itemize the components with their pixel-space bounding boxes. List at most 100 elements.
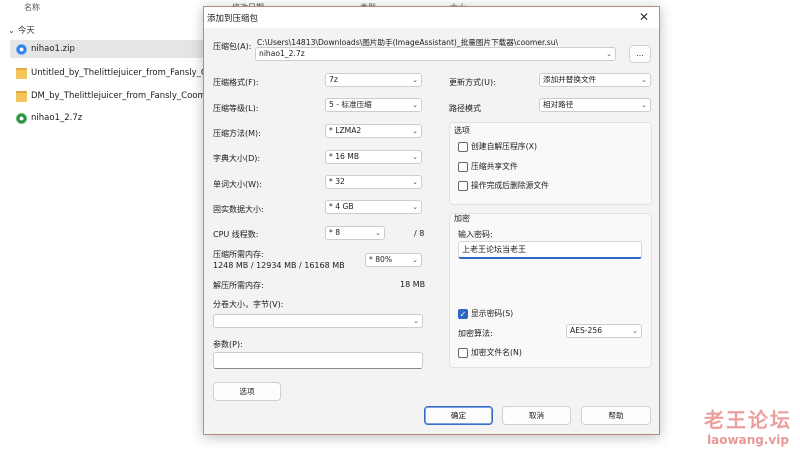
update-mode-value: 添加并替换文件	[543, 75, 597, 84]
update-mode-label: 更新方式(U):	[449, 78, 496, 87]
file-name: DM_by_Thelittlejuicer_from_Fansly_Coom	[31, 91, 205, 101]
encrypt-names-label: 加密文件名(N)	[471, 348, 522, 357]
password-input[interactable]: 上老王论坛当老王	[458, 241, 642, 259]
split-size-combo[interactable]: ⌄	[213, 314, 423, 328]
show-password-checkbox[interactable]: ✓ 显示密码(S)	[458, 308, 513, 319]
memory-combo[interactable]: * 80% ⌄	[365, 253, 422, 267]
shared-files-label: 压缩共享文件	[471, 162, 518, 171]
chevron-down-icon: ⌄	[412, 153, 418, 161]
path-mode-value: 相对路径	[543, 100, 574, 109]
column-name[interactable]: 名称	[24, 2, 40, 13]
file-name: Untitled_by_Thelittlejuicer_from_Fansly_…	[31, 68, 205, 78]
split-label: 分卷大小，字节(V):	[213, 300, 284, 309]
memory-value: * 80%	[369, 255, 393, 264]
solid-size-value: * 4 GB	[329, 202, 354, 211]
file-name: nihao1_2.7z	[31, 113, 83, 123]
password-label: 输入密码:	[458, 230, 493, 239]
format-combo[interactable]: 7z ⌄	[325, 73, 422, 87]
dialog-title: 添加到压缩包	[207, 14, 259, 24]
group-today[interactable]: ⌄ 今天	[8, 24, 35, 36]
file-row[interactable]: nihao1.zip	[10, 40, 205, 58]
archive-name-value: nihao1_2.7z	[259, 49, 305, 58]
sfx-label: 创建自解压程序(X)	[471, 142, 538, 151]
encrypt-names-checkbox[interactable]: 加密文件名(N)	[458, 347, 522, 358]
word-size-value: * 32	[329, 177, 345, 186]
word-size-combo[interactable]: * 32 ⌄	[325, 175, 422, 189]
browse-button[interactable]: ...	[629, 45, 651, 63]
solid-size-label: 固实数据大小:	[213, 205, 264, 214]
chevron-down-icon: ⌄	[412, 127, 418, 135]
archive-label: 压缩包(A):	[213, 42, 252, 51]
params-label: 参数(P):	[213, 340, 243, 349]
group-label: 今天	[17, 26, 35, 36]
delete-after-label: 操作完成后删除源文件	[471, 181, 549, 190]
method-combo[interactable]: * LZMA2 ⌄	[325, 124, 422, 138]
help-button[interactable]: 帮助	[581, 406, 651, 425]
level-value: 5 - 标准压缩	[329, 100, 372, 109]
checkbox-icon	[458, 161, 468, 172]
chevron-down-icon: ⌄	[412, 101, 418, 109]
dialog-titlebar[interactable]: 添加到压缩包 ✕	[204, 7, 659, 28]
chevron-down-icon: ⌄	[412, 76, 418, 84]
file-name: nihao1.zip	[31, 44, 75, 54]
checkbox-icon	[458, 141, 468, 152]
word-size-label: 单词大小(W):	[213, 180, 262, 189]
method-value: * LZMA2	[329, 126, 362, 135]
file-row[interactable]: nihao1_2.7z	[10, 109, 205, 127]
params-input[interactable]	[213, 352, 423, 369]
watermark-text: 老王论坛	[704, 408, 792, 432]
dictionary-combo[interactable]: * 16 MB ⌄	[325, 150, 422, 164]
chevron-down-icon: ⌄	[413, 317, 419, 325]
options-group-title: 选项	[454, 126, 470, 135]
format-label: 压缩格式(F):	[213, 78, 259, 87]
sfx-checkbox[interactable]: 创建自解压程序(X)	[458, 141, 537, 152]
options-button[interactable]: 选项	[213, 382, 281, 401]
chevron-down-icon: ⌄	[412, 256, 418, 264]
chevron-down-icon: ⌄	[412, 178, 418, 186]
dictionary-label: 字典大小(D):	[213, 154, 261, 163]
encryption-group-title: 加密	[454, 214, 470, 223]
encryption-method-value: AES-256	[570, 326, 603, 335]
checkbox-icon	[458, 347, 468, 358]
watermark: 老王论坛 laowang.vip	[704, 404, 792, 447]
archive-name-combo[interactable]: nihao1_2.7z ⌄	[255, 47, 616, 61]
cancel-button[interactable]: 取消	[502, 406, 571, 425]
file-row[interactable]: Untitled_by_Thelittlejuicer_from_Fansly_…	[10, 64, 205, 82]
file-row[interactable]: DM_by_Thelittlejuicer_from_Fansly_Coom	[10, 87, 205, 105]
level-combo[interactable]: 5 - 标准压缩 ⌄	[325, 98, 422, 112]
zip-icon	[16, 43, 27, 55]
chevron-down-icon: ⌄	[641, 76, 647, 84]
decompress-memory-label: 解压所需内存:	[213, 281, 264, 290]
encryption-method-label: 加密算法:	[458, 329, 493, 338]
folder-icon	[16, 67, 27, 79]
cpu-threads-combo[interactable]: * 8 ⌄	[325, 226, 385, 240]
checkmark-icon: ✓	[458, 308, 468, 319]
delete-after-checkbox[interactable]: 操作完成后删除源文件	[458, 180, 549, 191]
level-label: 压缩等级(L):	[213, 104, 259, 113]
update-mode-combo[interactable]: 添加并替换文件 ⌄	[539, 73, 651, 87]
shared-files-checkbox[interactable]: 压缩共享文件	[458, 161, 518, 172]
watermark-url: laowang.vip	[707, 433, 789, 447]
ok-button[interactable]: 确定	[424, 406, 493, 425]
7z-icon	[16, 112, 27, 124]
show-password-label: 显示密码(S)	[471, 309, 514, 318]
dictionary-value: * 16 MB	[329, 152, 360, 161]
format-value: 7z	[329, 75, 338, 84]
decompress-memory-value: 18 MB	[400, 280, 426, 289]
path-mode-combo[interactable]: 相对路径 ⌄	[539, 98, 651, 112]
chevron-down-icon: ⌄	[412, 203, 418, 211]
path-mode-label: 路径模式	[449, 104, 481, 113]
encryption-method-combo[interactable]: AES-256 ⌄	[566, 324, 642, 338]
memory-detail: 1248 MB / 12934 MB / 16168 MB	[213, 261, 345, 270]
chevron-down-icon: ⌄	[632, 327, 638, 335]
close-icon[interactable]: ✕	[637, 10, 651, 24]
memory-label: 压缩所需内存:	[213, 250, 264, 259]
chevron-down-icon: ⌄	[375, 229, 381, 237]
chevron-down-icon: ⌄	[641, 101, 647, 109]
solid-size-combo[interactable]: * 4 GB ⌄	[325, 200, 422, 214]
folder-icon	[16, 90, 27, 102]
cpu-max: / 8	[414, 229, 425, 238]
method-label: 压缩方法(M):	[213, 129, 261, 138]
add-to-archive-dialog: 添加到压缩包 ✕ 压缩包(A): C:\Users\14813\Download…	[203, 6, 660, 435]
checkbox-icon	[458, 180, 468, 191]
